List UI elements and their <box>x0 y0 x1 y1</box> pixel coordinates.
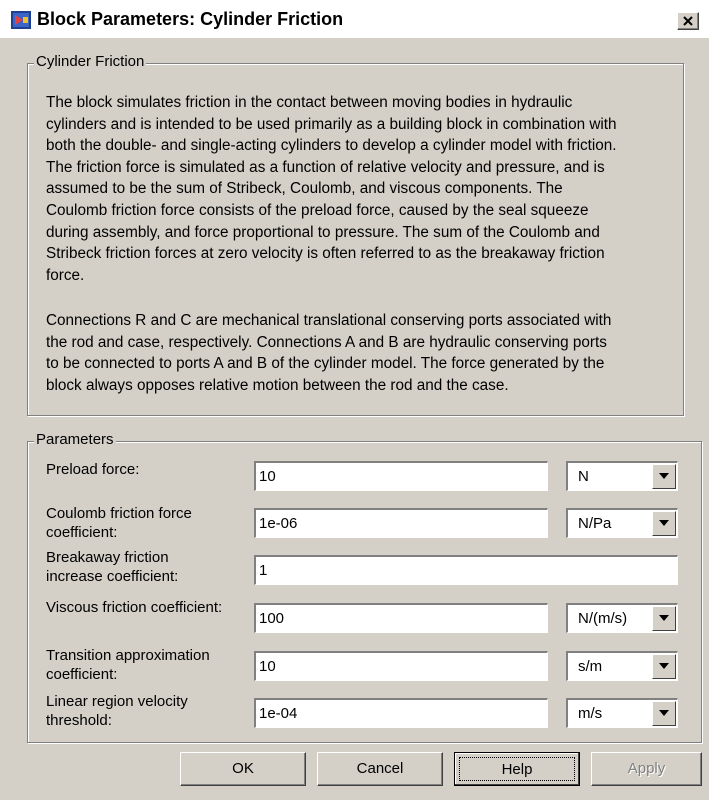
breakaway-coefficient-input[interactable]: 1 <box>254 555 678 585</box>
ok-button[interactable]: OK <box>180 752 306 786</box>
description-line: cylinders and is intended to be used pri… <box>46 115 617 133</box>
viscous-coefficient-input[interactable]: 100 <box>254 603 548 633</box>
transition-coefficient-unit-select[interactable]: s/m <box>566 651 678 681</box>
simulink-block-icon <box>11 11 31 29</box>
dropdown-arrow-button[interactable] <box>652 606 676 631</box>
chevron-down-icon <box>659 473 669 479</box>
description-line: assumed to be the sum of Stribeck, Coulo… <box>46 180 563 198</box>
breakaway-coefficient-label: Breakaway friction increase coefficient: <box>46 548 178 586</box>
help-button[interactable]: Help <box>454 752 580 786</box>
block-parameters-dialog: Block Parameters: Cylinder Friction Cyli… <box>0 0 709 800</box>
label-line: coefficient: <box>46 666 118 683</box>
coulomb-coefficient-unit-value: N/Pa <box>578 515 612 532</box>
close-x-icon <box>683 16 693 26</box>
linear-threshold-unit-value: m/s <box>578 705 603 722</box>
apply-button[interactable]: Apply <box>591 752 702 786</box>
description-line: both the double- and single-acting cylin… <box>46 137 617 155</box>
preload-force-unit-value: N <box>578 468 589 485</box>
transition-coefficient-unit-value: s/m <box>578 658 603 675</box>
chevron-down-icon <box>659 710 669 716</box>
chevron-down-icon <box>659 520 669 526</box>
viscous-coefficient-label: Viscous friction coefficient: <box>46 599 223 616</box>
label-line: coefficient: <box>46 524 118 541</box>
help-button-label: Help <box>459 757 575 781</box>
preload-force-unit-select[interactable]: N <box>566 461 678 491</box>
description-line: during assembly, and force proportional … <box>46 223 600 241</box>
label-line: Breakaway friction <box>46 549 169 566</box>
label-line: Coulomb friction force <box>46 505 192 522</box>
transition-coefficient-input[interactable]: 10 <box>254 651 548 681</box>
linear-threshold-label: Linear region velocity threshold: <box>46 692 188 730</box>
description-line: to be connected to ports A and B of the … <box>46 355 605 373</box>
chevron-down-icon <box>659 663 669 669</box>
label-line: increase coefficient: <box>46 568 179 585</box>
description-line: Coulomb friction force consists of the p… <box>46 201 589 219</box>
label-line: Linear region velocity <box>46 693 188 710</box>
preload-force-label: Preload force: <box>46 461 140 478</box>
coulomb-coefficient-label: Coulomb friction force coefficient: <box>46 504 192 542</box>
description-line: The block simulates friction in the cont… <box>46 94 573 111</box>
close-button[interactable] <box>677 12 699 30</box>
dropdown-arrow-button[interactable] <box>652 511 676 536</box>
label-line: Transition approximation <box>46 647 210 664</box>
dropdown-arrow-button[interactable] <box>652 464 676 489</box>
coulomb-coefficient-input[interactable]: 1e-06 <box>254 508 548 538</box>
label-line: threshold: <box>46 712 112 729</box>
description-line: Stribeck friction forces at zero velocit… <box>46 245 605 263</box>
description-paragraph-2: Connections R and C are mechanical trans… <box>46 310 686 396</box>
chevron-down-icon <box>659 615 669 621</box>
description-line: block always opposes relative motion bet… <box>46 376 509 394</box>
transition-coefficient-label: Transition approximation coefficient: <box>46 646 210 684</box>
description-line: the rod and case, respectively. Connecti… <box>46 333 607 351</box>
title-bar[interactable]: Block Parameters: Cylinder Friction <box>0 0 709 38</box>
dropdown-arrow-button[interactable] <box>652 654 676 679</box>
description-line: force. <box>46 266 85 284</box>
coulomb-coefficient-unit-select[interactable]: N/Pa <box>566 508 678 538</box>
window-title: Block Parameters: Cylinder Friction <box>37 9 344 29</box>
preload-force-input[interactable]: 10 <box>254 461 548 491</box>
dropdown-arrow-button[interactable] <box>652 701 676 726</box>
viscous-coefficient-unit-value: N/(m/s) <box>578 610 628 627</box>
parameters-group-legend: Parameters <box>34 431 116 449</box>
linear-threshold-input[interactable]: 1e-04 <box>254 698 548 728</box>
linear-threshold-unit-select[interactable]: m/s <box>566 698 678 728</box>
description-line: Connections R and C are mechanical trans… <box>46 312 612 329</box>
description-line: The friction force is simulated as a fun… <box>46 158 605 176</box>
description-paragraph-1: The block simulates friction in the cont… <box>46 92 686 286</box>
description-group-legend: Cylinder Friction <box>34 53 147 71</box>
cancel-button[interactable]: Cancel <box>317 752 443 786</box>
viscous-coefficient-unit-select[interactable]: N/(m/s) <box>566 603 678 633</box>
